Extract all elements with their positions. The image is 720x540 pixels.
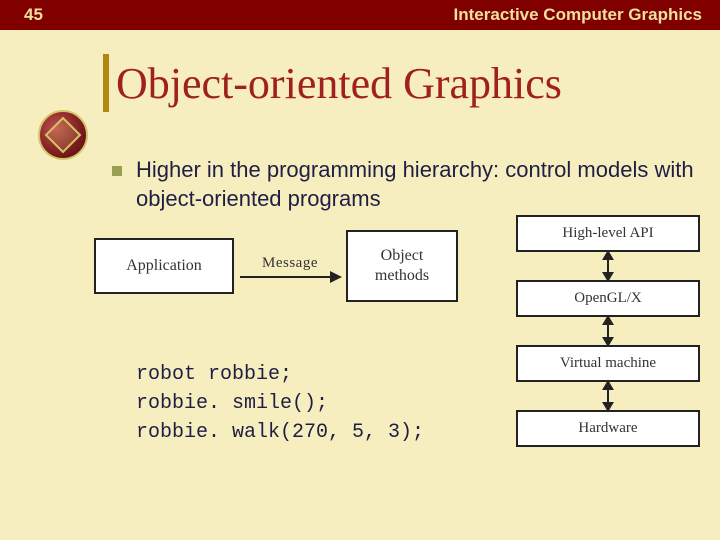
box-virtual-machine: Virtual machine [516,345,700,382]
code-line: robbie. smile(); [136,392,328,415]
double-arrow-icon [607,317,609,345]
bullet-item: Higher in the programming hierarchy: con… [112,156,698,213]
code-line: robbie. walk(270, 5, 3); [136,421,424,444]
title-accent-bar [103,54,109,112]
layer-stack-diagram: High-level API OpenGL/X Virtual machine … [514,215,702,447]
arrow-icon [240,276,340,278]
slide-title: Object-oriented Graphics [116,58,562,109]
arrow-message: Message [240,255,340,278]
double-arrow-icon [607,382,609,410]
course-title: Interactive Computer Graphics [454,5,702,25]
bullet-marker-icon [112,166,122,176]
header-bar: 45 Interactive Computer Graphics [0,0,720,30]
code-sample: robot robbie; robbie. smile(); robbie. w… [136,360,424,447]
slide-number: 45 [24,5,43,25]
box-high-level-api: High-level API [516,215,700,252]
arrow-label: Message [262,255,318,272]
bullet-text: Higher in the programming hierarchy: con… [136,156,698,213]
message-diagram: Application Message Object methods [94,230,458,302]
box-application: Application [94,238,234,294]
box-opengl-x: OpenGL/X [516,280,700,317]
code-line: robot robbie; [136,363,292,386]
box-object-methods: Object methods [346,230,458,302]
box-hardware: Hardware [516,410,700,447]
institution-logo [38,110,88,160]
double-arrow-icon [607,252,609,280]
